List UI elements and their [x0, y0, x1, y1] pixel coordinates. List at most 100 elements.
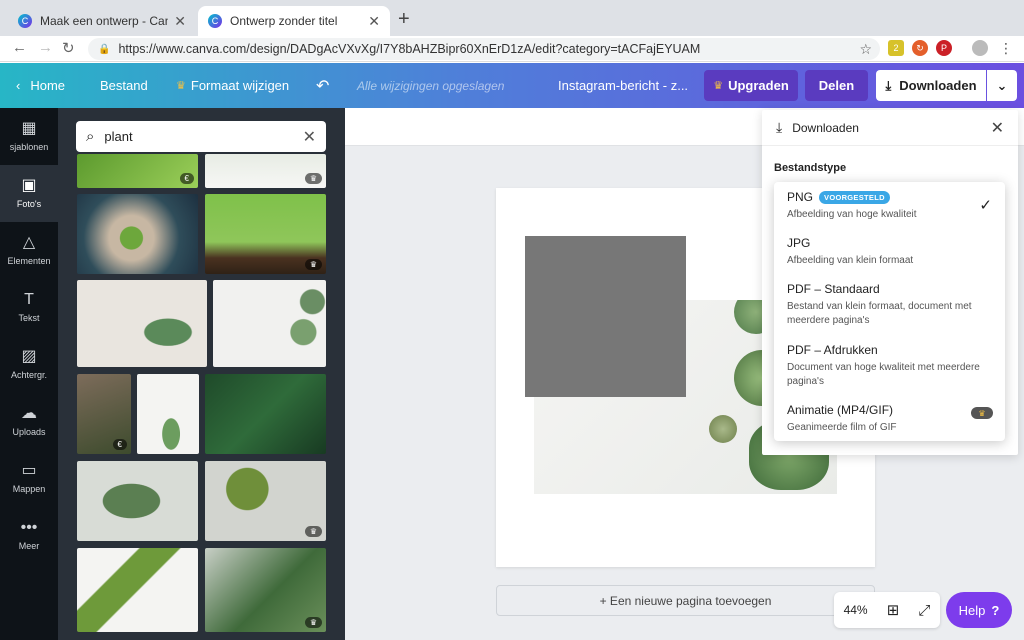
option-name: JPG [787, 236, 811, 250]
filetype-option-png[interactable]: PNG VOORGESTELD Afbeelding van hoge kwal… [774, 190, 1005, 222]
download-options-chevron-icon[interactable]: ⌄ [987, 70, 1017, 101]
photo-icon: ▣ [21, 177, 37, 194]
photo-thumbnail[interactable] [77, 461, 198, 541]
crown-icon: ♛ [713, 80, 724, 92]
option-name: Animatie (MP4/GIF) [787, 403, 894, 417]
download-label: Downloaden [899, 78, 977, 93]
help-label: Help [958, 602, 986, 618]
paid-badge: € [112, 439, 127, 450]
folder-icon: ▭ [21, 462, 37, 479]
file-menu[interactable]: Bestand [100, 63, 148, 108]
filetype-option-jpg[interactable]: JPG Afbeelding van klein formaat [774, 236, 1005, 268]
new-tab-icon[interactable]: + [398, 8, 410, 31]
filetype-dropdown: PNG VOORGESTELD Afbeelding van hoge kwal… [774, 182, 1005, 441]
browser-tab-2[interactable]: C Ontwerp zonder titel ✕ [198, 6, 390, 36]
editor-topbar: ‹ Home Bestand ♛ Formaat wijzigen ↶ Alle… [0, 63, 1024, 108]
clear-search-icon[interactable]: ✕ [303, 127, 316, 147]
resize-button[interactable]: ♛ Formaat wijzigen [176, 63, 289, 108]
extension-icon[interactable]: 2 [888, 40, 904, 56]
pinterest-icon[interactable]: P [936, 40, 952, 56]
rail-item-photos[interactable]: ▣ Foto's [0, 165, 58, 222]
bookmark-star-icon[interactable]: ☆ [859, 41, 872, 58]
rail-label: Uploads [12, 427, 46, 437]
photo-thumbnail[interactable]: ♛ [205, 154, 326, 188]
rail-label: Meer [18, 541, 40, 551]
address-bar: ← → ↻ 🔒 https://www.canva.com/design/DAD… [0, 36, 1024, 62]
close-tab-icon[interactable]: ✕ [368, 13, 380, 30]
close-icon[interactable]: ✕ [991, 118, 1004, 138]
share-button[interactable]: Delen [805, 70, 868, 101]
rail-item-elements[interactable]: △ Elementen [0, 222, 58, 279]
photo-thumbnail[interactable] [213, 280, 326, 367]
photo-thumbnail[interactable] [205, 374, 326, 454]
fullscreen-icon[interactable]: ⤢ [918, 602, 930, 619]
rail-item-more[interactable]: ••• Meer [0, 507, 58, 564]
rail-item-templates[interactable]: ▦ sjablonen [0, 108, 58, 165]
crown-icon: ♛ [176, 80, 186, 92]
home-link[interactable]: ‹ Home [16, 63, 65, 108]
zoom-level[interactable]: 44% [844, 603, 868, 617]
rail-item-text[interactable]: T Tekst [0, 279, 58, 336]
browser-tab-1[interactable]: C Maak een ontwerp - Canva ✕ [8, 6, 196, 36]
grid-view-icon[interactable]: ⊞ [887, 601, 900, 619]
rail-item-folders[interactable]: ▭ Mappen [0, 450, 58, 507]
option-description: Geanimeerde film of GIF [787, 422, 897, 433]
premium-crown-icon: ♛ [971, 407, 993, 419]
download-icon: ⤓ [776, 119, 783, 135]
help-button[interactable]: Help ? [946, 592, 1012, 628]
suggested-badge: VOORGESTELD [819, 190, 890, 204]
text-icon: T [24, 291, 34, 308]
filetype-option-animation[interactable]: Animatie (MP4/GIF) Geanimeerde film of G… [774, 403, 1005, 435]
undo-icon[interactable]: ↶ [316, 63, 329, 108]
placeholder-image[interactable] [525, 236, 686, 397]
photo-thumbnail[interactable]: € [77, 154, 198, 188]
upgrade-button[interactable]: ♛ Upgraden [704, 70, 798, 101]
rail-item-background[interactable]: ▨ Achtergr. [0, 336, 58, 393]
photo-thumbnail[interactable] [77, 280, 207, 367]
lock-icon: 🔒 [98, 43, 111, 55]
add-page-button[interactable]: + Een nieuwe pagina toevoegen [496, 585, 875, 616]
save-status: Alle wijzigingen opgeslagen [357, 78, 505, 93]
download-button[interactable]: ⤓ Downloaden [876, 70, 986, 101]
browser-tab-bar: C Maak een ontwerp - Canva ✕ C Ontwerp z… [0, 0, 1024, 36]
back-icon[interactable]: ← [12, 39, 27, 56]
option-description: Document van hoge kwaliteit met meerdere… [787, 362, 980, 387]
download-panel-title: Downloaden [792, 120, 859, 135]
photo-thumbnail[interactable] [137, 374, 199, 454]
rail-label: Elementen [7, 256, 51, 266]
canva-favicon-icon: C [208, 14, 222, 28]
extension-icon[interactable]: ↻ [912, 40, 928, 56]
download-panel: ⤓ Downloaden ✕ Bestandstype PNG VOORGEST… [762, 110, 1018, 455]
checkmark-icon: ✓ [979, 197, 992, 214]
resize-label: Formaat wijzigen [190, 78, 290, 93]
photo-thumbnail[interactable]: ♛ [205, 548, 326, 632]
rail-label: Tekst [18, 313, 40, 323]
upgrade-label: Upgraden [728, 78, 789, 93]
search-icon: ⌕ [86, 128, 95, 145]
download-icon: ⤓ [885, 77, 892, 93]
download-panel-header: ⤓ Downloaden ✕ [762, 110, 1018, 146]
premium-crown-icon: ♛ [304, 526, 322, 537]
option-description: Afbeelding van klein formaat [787, 255, 914, 266]
close-tab-icon[interactable]: ✕ [174, 13, 186, 30]
rail-item-uploads[interactable]: ☁ Uploads [0, 393, 58, 450]
filetype-option-pdf-print[interactable]: PDF – Afdrukken Document van hoge kwalit… [774, 343, 1005, 389]
left-nav-rail: ▦ sjablonen ▣ Foto's △ Elementen T Tekst… [0, 108, 58, 640]
url-field[interactable]: 🔒 https://www.canva.com/design/DADgAcVXv… [88, 38, 880, 60]
search-input[interactable]: ⌕ plant ✕ [76, 121, 326, 152]
filetype-option-pdf-standard[interactable]: PDF – Standaard Bestand van klein formaa… [774, 282, 1005, 328]
search-value: plant [104, 129, 133, 144]
photo-thumbnail[interactable] [77, 548, 198, 632]
photo-thumbnail[interactable]: ♛ [205, 194, 326, 274]
profile-avatar[interactable] [972, 40, 988, 56]
reload-icon[interactable]: ↻ [62, 39, 75, 57]
design-title[interactable]: Instagram-bericht - z... [558, 63, 688, 108]
photo-thumbnail[interactable]: € [77, 374, 131, 454]
forward-icon[interactable]: → [38, 39, 53, 56]
tab-title: Ontwerp zonder titel [230, 14, 338, 28]
photo-thumbnail[interactable]: ♛ [205, 461, 326, 541]
photo-thumbnail[interactable] [77, 194, 198, 274]
menu-dots-icon[interactable]: ⋮ [998, 40, 1014, 56]
rail-label: Foto's [16, 199, 42, 209]
zoom-controls: 44% ⊞ ⤢ [834, 592, 940, 628]
